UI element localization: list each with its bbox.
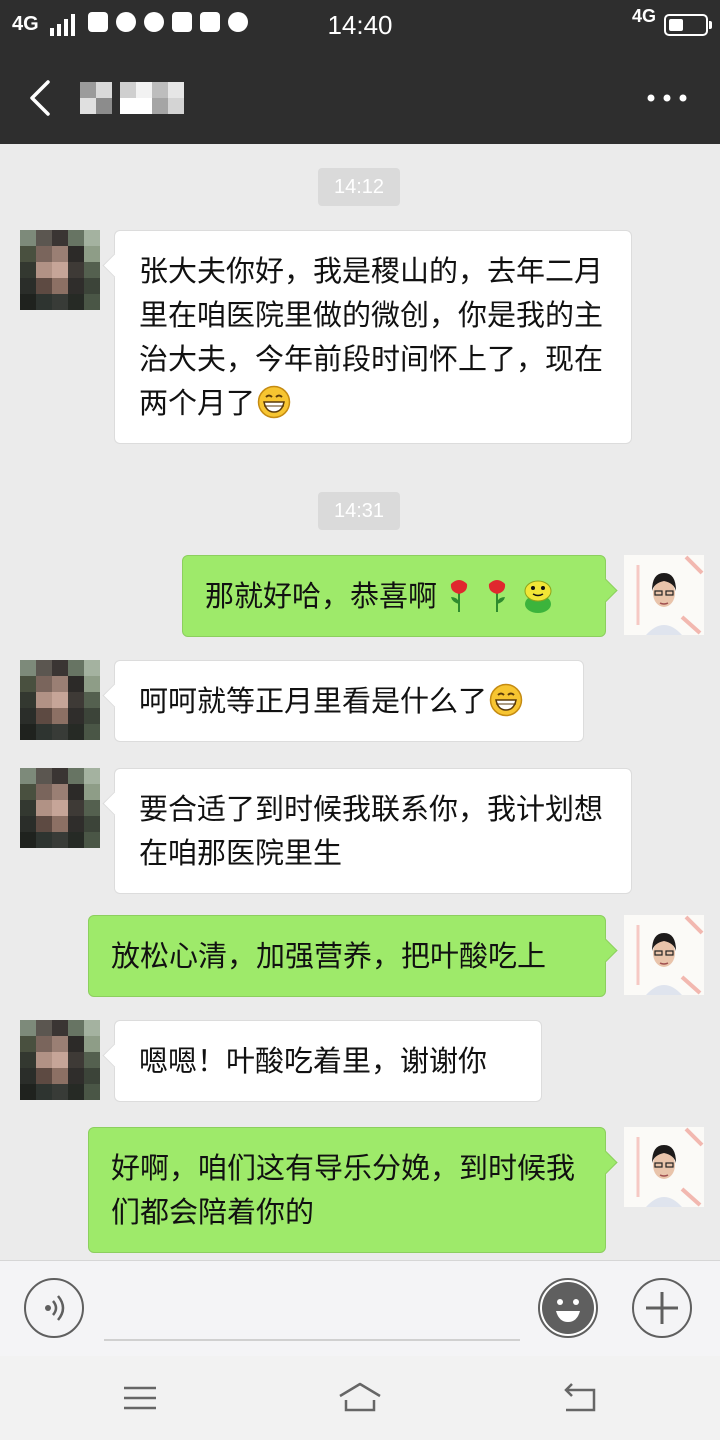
doctor-photo <box>624 1127 704 1207</box>
voice-button[interactable] <box>24 1278 84 1338</box>
emoji-button[interactable] <box>538 1278 598 1338</box>
plus-icon <box>646 1292 678 1324</box>
battery-icon <box>664 14 712 36</box>
message-text: 那就好哈，恭喜啊 <box>205 579 438 613</box>
outgoing-message[interactable]: 放松心清，加强营养，把叶酸吃上 <box>88 915 606 997</box>
grinning-face-emoji <box>257 385 291 419</box>
chat-header <box>0 52 720 144</box>
menu-icon[interactable] <box>118 1378 162 1418</box>
incoming-message[interactable]: 张大夫你好，我是稷山的，去年二月里在咱医院里做的微创，你是我的主治大夫，今年前段… <box>114 230 632 444</box>
chevron-left-icon[interactable] <box>22 76 62 120</box>
message-text: 张大夫你好，我是稷山的，去年二月里在咱医院里做的微创，你是我的主治大夫，今年前段… <box>139 254 604 420</box>
rose-emoji <box>488 580 506 612</box>
status-bar: 4G 14:40 4G <box>0 0 720 52</box>
contact-avatar[interactable] <box>20 1020 100 1100</box>
smiley-icon <box>542 1282 594 1334</box>
voice-icon <box>45 1295 65 1321</box>
outgoing-message[interactable]: 那就好哈，恭喜啊 <box>182 555 606 637</box>
network-type-right: 4G <box>631 6 656 26</box>
chat-messages[interactable]: 14:12 张大夫你好，我是稷山的，去年二月里在咱医院里做的微创，你是我的主治大… <box>0 144 720 1260</box>
home-icon[interactable] <box>336 1378 384 1418</box>
outgoing-message[interactable]: 好啊，咱们这有导乐分娩，到时候我们都会陪着你的 <box>88 1127 606 1253</box>
incoming-message[interactable]: 呵呵就等正月里看是什么了 <box>114 660 584 742</box>
contact-avatar[interactable] <box>20 230 100 310</box>
message-text: 嗯嗯！叶酸吃着里，谢谢你 <box>139 1044 488 1078</box>
grinning-face-emoji <box>489 683 523 717</box>
frog-emoji <box>524 580 552 613</box>
text-input[interactable] <box>104 1339 520 1341</box>
contact-avatar[interactable] <box>20 768 100 848</box>
contact-avatar[interactable] <box>20 660 100 740</box>
contact-name-pixelated <box>80 82 184 114</box>
more-dots-icon[interactable] <box>644 84 690 112</box>
message-text: 好啊，咱们这有导乐分娩，到时候我们都会陪着你的 <box>111 1151 576 1229</box>
timestamp: 14:31 <box>318 492 400 530</box>
message-text: 放松心清，加强营养，把叶酸吃上 <box>111 939 547 973</box>
plus-button[interactable] <box>632 1278 692 1338</box>
status-time: 14:40 <box>327 10 393 40</box>
timestamp: 14:12 <box>318 168 400 206</box>
message-input-bar <box>0 1260 720 1357</box>
my-avatar[interactable] <box>624 555 704 635</box>
rose-emoji <box>450 580 468 612</box>
system-navigation-bar <box>0 1356 720 1440</box>
return-icon[interactable] <box>558 1378 602 1418</box>
doctor-photo <box>624 915 704 995</box>
my-avatar[interactable] <box>624 915 704 995</box>
message-text: 要合适了到时候我联系你，我计划想在咱那医院里生 <box>139 792 604 870</box>
doctor-photo <box>624 555 704 635</box>
message-text: 呵呵就等正月里看是什么了 <box>139 684 488 718</box>
incoming-message[interactable]: 要合适了到时候我联系你，我计划想在咱那医院里生 <box>114 768 632 894</box>
my-avatar[interactable] <box>624 1127 704 1207</box>
incoming-message[interactable]: 嗯嗯！叶酸吃着里，谢谢你 <box>114 1020 542 1102</box>
